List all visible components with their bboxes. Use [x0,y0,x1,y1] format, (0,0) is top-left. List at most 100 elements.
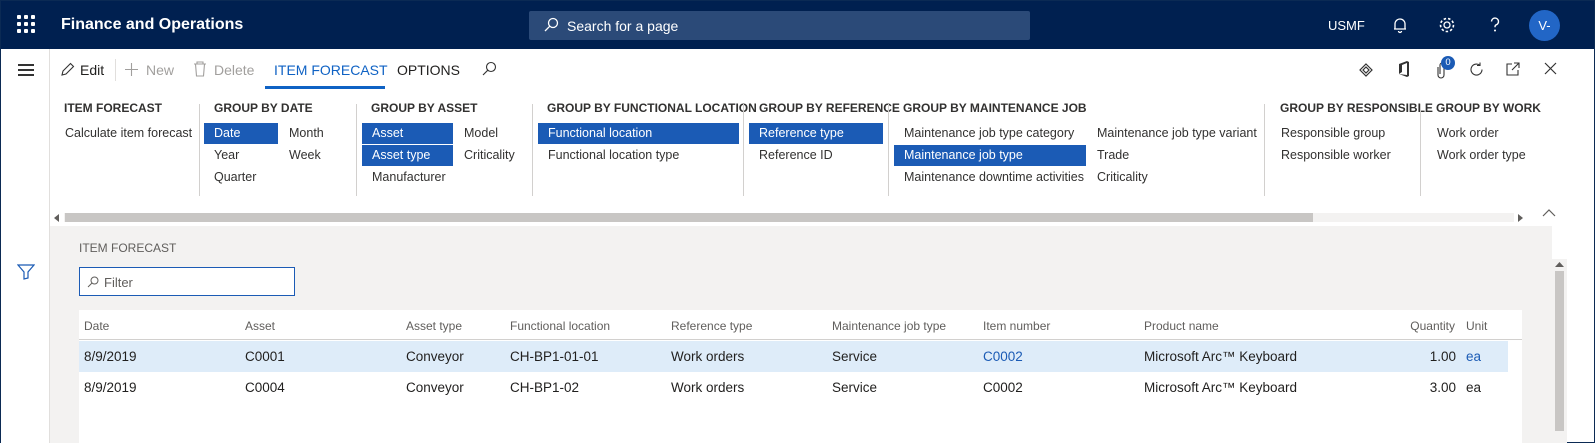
group-by-asset-type-button[interactable]: Asset type [362,145,453,166]
column-header-maintenance-job-type[interactable]: Maintenance job type [832,319,946,333]
gear-icon[interactable] [1437,15,1457,35]
diamond-icon[interactable] [1359,63,1373,77]
group-by-responsible-worker-button[interactable]: Responsible worker [1271,145,1411,166]
item-forecast-grid: Date Asset Asset type Functional locatio… [79,310,1522,443]
cell-unit-link[interactable]: ea [1466,349,1481,364]
bell-icon[interactable] [1390,15,1410,35]
group-by-date-button[interactable]: Date [204,123,278,144]
plus-icon [125,63,138,76]
cell-item-number[interactable]: C0002 [983,380,1023,395]
new-button[interactable]: New [146,62,174,78]
filter-pane-icon[interactable] [17,264,35,280]
hamburger-menu-icon[interactable] [18,64,34,76]
main-content: ITEM FORECAST Date Asset Asset type Func… [50,226,1552,443]
cell-unit[interactable]: ea [1466,380,1481,395]
cell-maintenance-job-type: Service [832,349,878,364]
action-pane: Edit New Delete ITEM FORECAST OPTIONS 0 [50,49,1594,90]
group-title-by-functional-location: GROUP BY FUNCTIONAL LOCATION [547,101,757,115]
ribbon-horizontal-scrollbar[interactable] [50,210,1528,225]
group-title-by-maintenance-job: GROUP BY MAINTENANCE JOB [903,101,1087,115]
tab-options[interactable]: OPTIONS [397,62,460,78]
page-search-box[interactable]: Search for a page [529,11,1030,40]
group-by-reference-type-button[interactable]: Reference type [749,123,883,144]
search-actions-icon[interactable] [481,61,497,77]
cell-asset: C0001 [245,349,285,364]
group-by-week-button[interactable]: Week [279,145,349,166]
cell-functional-location: CH-BP1-02 [510,380,580,395]
user-avatar[interactable]: V- [1529,10,1560,41]
cell-item-number-link[interactable]: C0002 [983,349,1023,364]
group-by-asset-button[interactable]: Asset [362,123,453,144]
group-by-month-button[interactable]: Month [279,123,349,144]
cell-reference-type: Work orders [671,349,745,364]
column-header-date[interactable]: Date [84,319,109,333]
group-by-reference-id-button[interactable]: Reference ID [749,145,883,166]
group-by-work-order-type-button[interactable]: Work order type [1427,145,1537,166]
cell-functional-location: CH-BP1-01-01 [510,349,599,364]
cell-maintenance-job-type: Service [832,380,878,395]
group-by-work-order-button[interactable]: Work order [1427,123,1537,144]
group-title-by-asset: GROUP BY ASSET [371,101,478,115]
column-header-product-name[interactable]: Product name [1144,319,1219,333]
scroll-right-arrow-icon[interactable] [1518,214,1524,222]
scroll-up-arrow-icon[interactable] [1555,262,1564,268]
trash-icon [194,61,206,77]
cell-quantity: 1.00 [1429,349,1456,364]
column-header-item-number[interactable]: Item number [983,319,1050,333]
left-navigation-rail [1,49,50,443]
group-by-manufacturer-button[interactable]: Manufacturer [362,167,453,188]
scroll-left-arrow-icon[interactable] [54,214,60,222]
group-by-job-type-category-button[interactable]: Maintenance job type category [894,123,1086,144]
table-row[interactable]: 8/9/2019 C0001 Conveyor CH-BP1-01-01 Wor… [79,341,1508,372]
group-by-downtime-activities-button[interactable]: Maintenance downtime activities [894,167,1086,188]
group-by-functional-location-button[interactable]: Functional location [538,123,739,144]
help-icon[interactable] [1485,15,1505,35]
delete-button[interactable]: Delete [214,62,254,78]
column-header-asset[interactable]: Asset [245,319,275,333]
column-header-functional-location[interactable]: Functional location [510,319,610,333]
group-by-quarter-button[interactable]: Quarter [204,167,278,188]
grid-filter-field[interactable] [79,267,295,296]
cell-date: 8/9/2019 [84,349,137,364]
group-by-year-button[interactable]: Year [204,145,278,166]
ribbon-item-forecast: ITEM FORECAST Calculate item forecast GR… [50,90,1594,210]
close-icon[interactable] [1544,62,1557,75]
column-header-reference-type[interactable]: Reference type [671,319,752,333]
group-separator [888,104,889,196]
open-new-window-icon[interactable] [1505,61,1521,77]
app-title[interactable]: Finance and Operations [61,16,243,34]
group-by-trade-button[interactable]: Trade [1087,145,1257,166]
group-by-model-button[interactable]: Model [454,123,529,144]
tab-item-forecast[interactable]: ITEM FORECAST [274,62,388,78]
cell-quantity: 3.00 [1429,380,1456,395]
group-by-job-type-variant-button[interactable]: Maintenance job type variant [1087,123,1257,144]
column-header-quantity[interactable]: Quantity [1399,319,1455,333]
section-title: ITEM FORECAST [79,241,177,255]
group-by-maintenance-job-type-button[interactable]: Maintenance job type [894,145,1086,166]
group-separator [356,104,357,196]
group-separator [1264,104,1265,196]
group-separator [1420,104,1421,196]
page-vertical-scrollbar[interactable] [1552,259,1567,443]
app-launcher-icon[interactable] [17,15,35,33]
group-by-functional-location-type-button[interactable]: Functional location type [538,145,739,166]
edit-button[interactable]: Edit [80,62,104,78]
group-separator [532,104,533,196]
column-header-unit[interactable]: Unit [1466,319,1487,333]
group-by-job-criticality-button[interactable]: Criticality [1087,167,1257,188]
edit-icon [61,62,75,76]
vertical-scrollbar-thumb[interactable] [1555,271,1564,431]
table-row[interactable]: 8/9/2019 C0004 Conveyor CH-BP1-02 Work o… [79,372,1508,403]
calculate-item-forecast-button[interactable]: Calculate item forecast [55,123,193,144]
group-by-responsible-group-button[interactable]: Responsible group [1271,123,1411,144]
active-tab-indicator [265,86,385,89]
collapse-ribbon-chevron-icon[interactable] [1541,208,1557,218]
scrollbar-thumb[interactable] [65,213,1313,222]
refresh-icon[interactable] [1468,61,1485,78]
company-picker[interactable]: USMF [1328,18,1365,33]
filter-search-icon [87,276,99,288]
group-by-criticality-button[interactable]: Criticality [454,145,529,166]
column-header-asset-type[interactable]: Asset type [406,319,462,333]
filter-input[interactable] [104,272,289,292]
office-icon[interactable] [1397,60,1411,78]
